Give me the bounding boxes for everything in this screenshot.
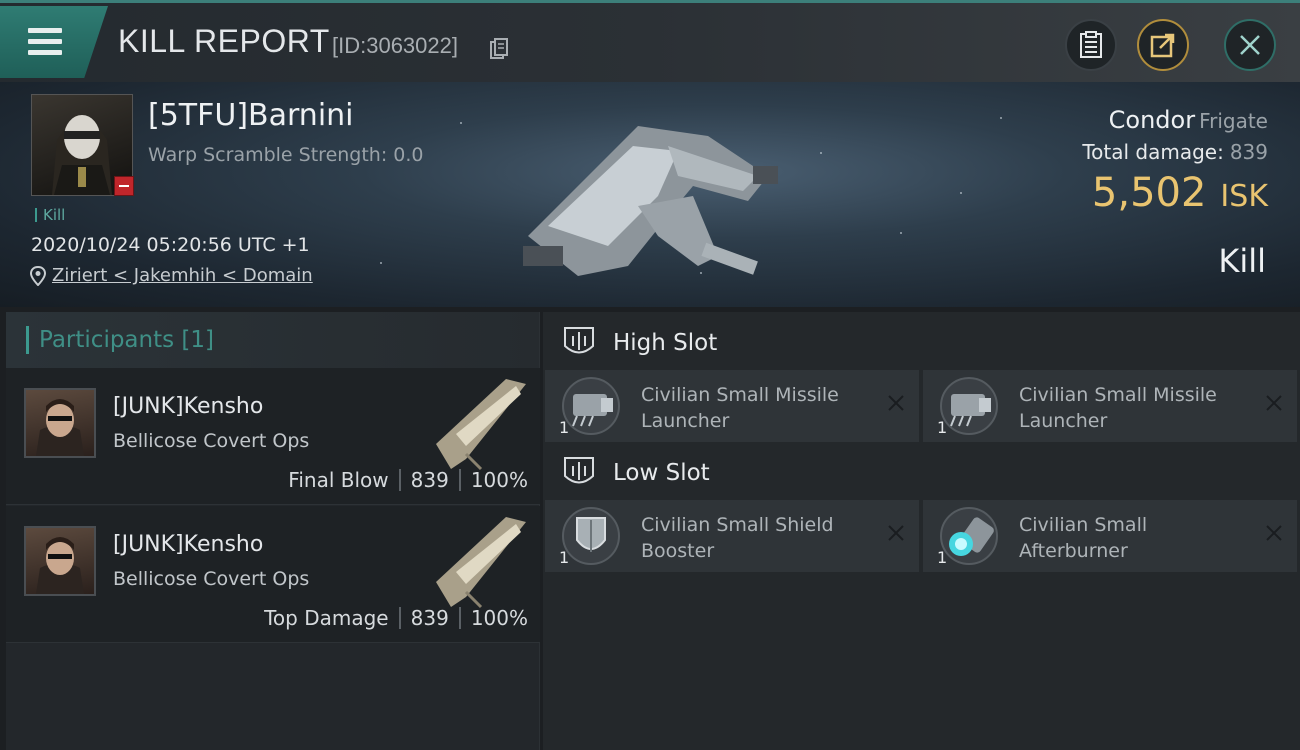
destroyed-x-icon: [1266, 395, 1282, 411]
participant-avatar-icon: [36, 399, 84, 456]
participant-ship: Bellicose Covert Ops: [113, 568, 310, 590]
menu-button[interactable]: [0, 6, 108, 78]
participant-name[interactable]: [JUNK]Kensho: [113, 394, 263, 419]
low-slot-header: Low Slot: [543, 446, 1300, 500]
top-bar: KILL REPORT [ID:3063022]: [0, 0, 1300, 82]
module-count: 1: [559, 418, 570, 437]
kill-tag: Kill: [35, 206, 65, 224]
total-damage-value: 839: [1229, 140, 1268, 164]
victim-name[interactable]: [5TFU]Barnini: [148, 98, 354, 133]
close-icon: [1240, 35, 1260, 55]
page-title: KILL REPORT: [118, 23, 330, 59]
stat-separator: [458, 469, 461, 491]
stat-separator: [398, 469, 401, 491]
star: [380, 262, 382, 264]
destroyed-x-icon: [888, 395, 904, 411]
location-pin-icon: [30, 265, 46, 286]
low-slot-title: Low Slot: [613, 460, 710, 486]
module-name: Civilian Small Afterburner: [1019, 514, 1148, 562]
participant-damage: 839: [410, 606, 449, 630]
participant-stats: Top Damage 839 100%: [264, 606, 528, 630]
location-link[interactable]: Ziriert < Jakemhih < Domain: [52, 265, 313, 286]
participant-damage: 839: [410, 468, 449, 492]
module-count: 1: [937, 548, 948, 567]
stat-separator: [398, 607, 401, 629]
clipboard-button[interactable]: [1065, 19, 1117, 71]
star: [900, 232, 902, 234]
star: [460, 122, 462, 124]
star: [960, 192, 962, 194]
module-low-2[interactable]: 1 Civilian Small Afterburner: [923, 500, 1297, 572]
module-count: 1: [559, 548, 570, 567]
module-name: Civilian Small Missile Launcher: [641, 384, 839, 432]
star: [1000, 117, 1002, 119]
participant-avatar[interactable]: [24, 388, 96, 458]
participant-percent: 100%: [470, 468, 528, 492]
participants-header[interactable]: Participants [1]: [6, 312, 539, 368]
stat-separator: [458, 607, 461, 629]
loss-badge: [114, 176, 134, 196]
warp-scramble-strength: Warp Scramble Strength: 0.0: [148, 144, 424, 166]
participant-row[interactable]: [JUNK]Kensho Bellicose Covert Ops Top Da…: [6, 506, 540, 643]
missile-launcher-icon: [562, 377, 620, 435]
isk-value: 5,502 ISK: [1092, 170, 1268, 216]
menu-icon-line: [28, 50, 62, 55]
participant-role: Final Blow: [288, 468, 389, 492]
low-slot-icon: [564, 457, 594, 484]
victim-ship-image: [523, 126, 778, 276]
high-slot-title: High Slot: [613, 330, 718, 356]
module-count: 1: [937, 418, 948, 437]
star: [820, 152, 822, 154]
participant-ship: Bellicose Covert Ops: [113, 430, 310, 452]
participants-panel: Participants [1] [JUNK]Kensho Bellicose …: [6, 312, 540, 750]
kill-result: Kill: [1218, 242, 1266, 280]
copy-icon[interactable]: [490, 38, 508, 60]
shield-booster-icon: [562, 507, 620, 565]
high-slot-header: High Slot: [543, 316, 1300, 370]
module-name: Civilian Small Missile Launcher: [1019, 384, 1217, 432]
participant-role: Top Damage: [264, 606, 389, 630]
victim-banner: [5TFU]Barnini Warp Scramble Strength: 0.…: [0, 82, 1300, 307]
participant-avatar-icon: [36, 537, 84, 594]
module-name: Civilian Small Shield Booster: [641, 514, 834, 562]
ship-name[interactable]: Condor: [1109, 106, 1195, 134]
clipboard-icon: [1080, 31, 1102, 58]
destroyed-x-icon: [1266, 525, 1282, 541]
total-damage: Total damage: 839: [1082, 140, 1268, 164]
kill-datetime: 2020/10/24 05:20:56 UTC +1: [31, 234, 310, 256]
participant-avatar[interactable]: [24, 526, 96, 596]
share-icon: [1150, 33, 1175, 58]
module-high-1[interactable]: 1 Civilian Small Missile Launcher: [545, 370, 919, 442]
fitting-panel: High Slot 1 Civilian Small Missile Launc…: [543, 312, 1300, 750]
missile-launcher-icon: [940, 377, 998, 435]
menu-icon-line: [28, 39, 62, 44]
participant-stats: Final Blow 839 100%: [288, 468, 528, 492]
share-button[interactable]: [1137, 19, 1189, 71]
participant-row[interactable]: [JUNK]Kensho Bellicose Covert Ops Final …: [6, 368, 540, 505]
total-damage-label: Total damage:: [1082, 140, 1224, 164]
victim-ship-name: Condor Frigate: [1109, 106, 1268, 134]
participant-ship-image: [436, 517, 526, 609]
module-low-1[interactable]: 1 Civilian Small Shield Booster: [545, 500, 919, 572]
high-slot-icon: [564, 327, 594, 354]
kill-location[interactable]: Ziriert < Jakemhih < Domain: [30, 265, 313, 286]
close-button[interactable]: [1224, 19, 1276, 71]
isk-amount: 5,502: [1091, 170, 1207, 216]
ship-class: Frigate: [1199, 109, 1268, 133]
participant-percent: 100%: [470, 606, 528, 630]
afterburner-icon: [940, 507, 998, 565]
module-high-2[interactable]: 1 Civilian Small Missile Launcher: [923, 370, 1297, 442]
menu-icon: [28, 28, 62, 33]
participant-ship-image: [436, 379, 526, 471]
destroyed-x-icon: [888, 525, 904, 541]
participant-name[interactable]: [JUNK]Kensho: [113, 532, 263, 557]
isk-unit: ISK: [1220, 179, 1268, 214]
report-id: [ID:3063022]: [332, 33, 458, 58]
